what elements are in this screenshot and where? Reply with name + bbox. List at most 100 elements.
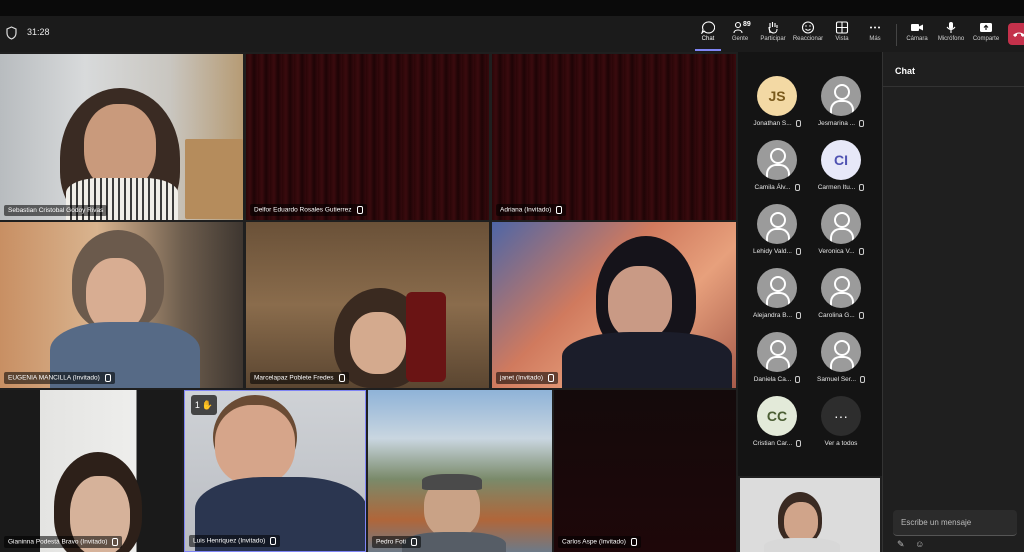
- microphone-button[interactable]: Micrófono: [934, 19, 968, 49]
- participate-button[interactable]: Participar: [756, 19, 790, 49]
- share-icon: [980, 23, 992, 32]
- roster-participant-name: Samuel Ser...: [808, 376, 874, 383]
- video-tile[interactable]: Carlos Aspe (Invitado): [554, 390, 736, 552]
- reactions-button[interactable]: Reaccionar: [791, 19, 825, 49]
- roster-participant[interactable]: CC Cristian Car...: [744, 396, 810, 447]
- roster-participant[interactable]: Camila Álv...: [744, 140, 810, 191]
- video-tile[interactable]: Adriana (Invitado): [492, 54, 736, 220]
- roster-participant[interactable]: Samuel Ser...: [808, 332, 874, 383]
- roster-participant[interactable]: Veronica V...: [808, 204, 874, 255]
- participants-roster: JS Jonathan S... Jesmarina ... Camila Ál…: [738, 52, 882, 476]
- microphone-icon: [858, 248, 864, 255]
- participant-name: Luis Henriquez (Invitado): [189, 535, 281, 547]
- avatar: [821, 268, 861, 308]
- roster-participant[interactable]: Carolina G...: [808, 268, 874, 319]
- microphone-icon: [630, 538, 637, 546]
- raised-hand-badge: 1 ✋: [191, 395, 217, 415]
- avatar: CI: [821, 140, 861, 180]
- chat-tools: ✎ ☺: [897, 539, 924, 550]
- microphone-icon: [104, 374, 111, 382]
- roster-participant[interactable]: Lehidy Vald...: [744, 204, 810, 255]
- more-button[interactable]: Más: [858, 19, 892, 49]
- microphone-icon: [858, 312, 864, 319]
- microphone-icon: [795, 120, 801, 127]
- window-top-strip: [0, 0, 1024, 16]
- camera-button[interactable]: Cámara: [900, 19, 934, 49]
- avatar: [757, 268, 797, 308]
- toolbar-divider: [896, 24, 897, 46]
- microphone-icon: [859, 120, 865, 127]
- roster-participant-name: Carolina G...: [808, 312, 874, 319]
- roster-participant[interactable]: Alejandra B...: [744, 268, 810, 319]
- roster-participant[interactable]: Daniela Ca...: [744, 332, 810, 383]
- participant-name: Sebastian Cristobal Godoy Rivas: [4, 205, 108, 216]
- divider: [883, 86, 1024, 87]
- chat-message-input[interactable]: Escribe un mensaje: [893, 510, 1017, 536]
- avatar: [821, 332, 861, 372]
- participant-name: Adriana (Invitado): [496, 204, 567, 216]
- avatar: [757, 140, 797, 180]
- view-button[interactable]: Vista: [825, 19, 859, 49]
- meeting-toolbar: 31:28 Chat 89 Gente Participar Reacciona…: [0, 16, 1024, 52]
- microphone-icon: [795, 248, 801, 255]
- video-tile[interactable]: janet (Invitado): [492, 222, 736, 388]
- roster-participant[interactable]: Jesmarina ...: [808, 76, 874, 127]
- format-icon[interactable]: ✎: [897, 539, 905, 549]
- roster-participant-name: Daniela Ca...: [744, 376, 810, 383]
- roster-participant-name: Lehidy Vald...: [744, 248, 810, 255]
- avatar: [757, 332, 797, 372]
- roster-participant-name: Carmen Itu...: [808, 184, 874, 191]
- microphone-icon: [796, 312, 802, 319]
- more-dots-icon: ···: [821, 396, 861, 436]
- people-count: 89: [743, 21, 751, 28]
- participant-name: Carlos Aspe (Invitado): [558, 536, 641, 548]
- roster-participant-name: Camila Álv...: [744, 184, 810, 191]
- grid-icon: [835, 21, 849, 34]
- participant-name: Pedro Foti: [372, 536, 421, 548]
- microphone-icon: [356, 206, 363, 214]
- smiley-icon: [801, 21, 815, 34]
- roster-participant[interactable]: JS Jonathan S...: [744, 76, 810, 127]
- microphone-icon: [548, 374, 554, 382]
- video-tile[interactable]: Pedro Foti: [368, 390, 552, 552]
- microphone-icon: [338, 374, 345, 382]
- share-button[interactable]: Comparte: [969, 19, 1003, 49]
- microphone-icon: [795, 376, 801, 383]
- participant-name: EUGENIA MANCILLA (Invitado): [4, 372, 115, 384]
- microphone-icon: [859, 184, 865, 191]
- chat-button[interactable]: Chat: [691, 19, 725, 51]
- roster-participant-name: Cristian Car...: [744, 440, 810, 447]
- microphone-icon: [794, 184, 800, 191]
- video-tile[interactable]: Sebastian Cristobal Godoy Rivas: [0, 54, 243, 220]
- hand-icon: [768, 22, 778, 34]
- avatar: [757, 204, 797, 244]
- avatar: CC: [757, 396, 797, 436]
- avatar: [821, 204, 861, 244]
- microphone-icon: [112, 538, 119, 546]
- video-tile[interactable]: Gianinna Podestá Bravo (Invitado): [0, 390, 182, 552]
- camera-icon: [911, 24, 923, 31]
- video-tile[interactable]: Marcelapaz Poblete Fredes: [246, 222, 489, 388]
- see-all-button[interactable]: ··· Ver a todos: [808, 396, 874, 447]
- roster-participant-name: Jesmarina ...: [808, 120, 874, 127]
- see-all-label: Ver a todos: [824, 440, 858, 447]
- chat-icon: [701, 21, 715, 34]
- roster-participant-name: Jonathan S...: [744, 120, 810, 127]
- hangup-icon: [1013, 32, 1024, 37]
- emoji-icon[interactable]: ☺: [915, 539, 924, 549]
- participant-name: janet (Invitado): [496, 372, 558, 384]
- chat-panel-title: Chat: [895, 66, 915, 76]
- people-button[interactable]: 89 Gente: [723, 19, 757, 49]
- participant-name: Gianinna Podestá Bravo (Invitado): [4, 536, 123, 548]
- self-view-video[interactable]: [740, 478, 880, 552]
- more-dots-icon: [870, 26, 880, 29]
- avatar: JS: [757, 76, 797, 116]
- video-tile[interactable]: Delfor Eduardo Rosales Gutierrez: [246, 54, 489, 220]
- video-tile[interactable]: EUGENIA MANCILLA (Invitado): [0, 222, 243, 388]
- microphone-icon: [946, 22, 956, 33]
- participant-name: Marcelapaz Poblete Fredes: [250, 372, 349, 384]
- leave-button[interactable]: [1008, 23, 1024, 45]
- microphone-icon: [796, 440, 802, 447]
- roster-participant[interactable]: CI Carmen Itu...: [808, 140, 874, 191]
- avatar: [821, 76, 861, 116]
